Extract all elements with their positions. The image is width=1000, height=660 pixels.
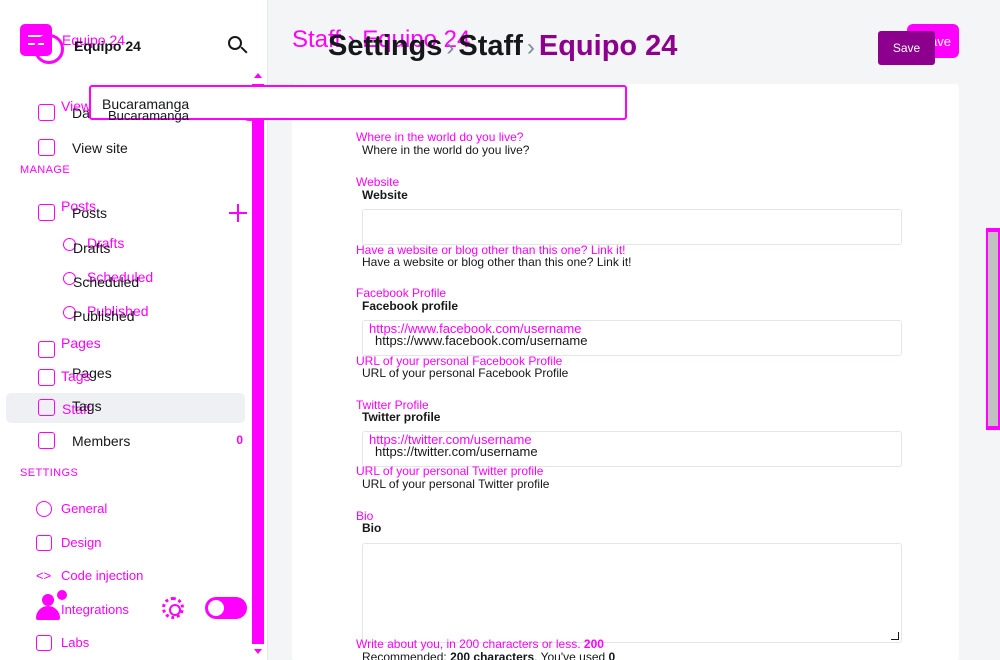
sidebar-item-published[interactable]: Published Published [20,300,245,330]
members-icon [38,432,55,449]
sidebar-item-drafts[interactable]: Drafts Drafts [20,232,245,262]
twitter-input[interactable]: https://twitter.com/username https://twi… [362,431,902,467]
settings-icon [36,501,52,517]
twitter-label: Twitter profile [362,410,441,424]
bio-help-count: 200 characters [450,650,535,660]
scroll-up-icon[interactable] [254,73,262,78]
facebook-label-ghost: Facebook Profile [356,286,447,300]
sidebar-item-general[interactable]: General [20,495,245,523]
twitter-field: Twitter Profile Twitter profile https://… [356,398,903,493]
sidebar-item-posts[interactable]: Posts Posts [20,198,245,228]
sidebar-item-tags[interactable]: Tags [20,363,245,393]
website-input[interactable] [362,209,902,245]
sidebar-item-staff[interactable]: Staff Tags [6,393,245,423]
bio-help-used: 0 [608,650,616,660]
location-help-group: Where in the world do you live? Where in… [356,130,903,160]
sidebar-item-code-injection[interactable]: <> Code injection [20,562,245,590]
twitter-value: https://twitter.com/username [375,444,538,459]
settings-heading: SETTINGS [20,467,79,479]
scrollbar-thumb[interactable] [252,84,264,644]
staff-icon [38,399,55,416]
manage-heading: MANAGE [20,164,71,176]
sidebar-item-label: Design [61,535,102,550]
facebook-label: Facebook profile [362,299,459,313]
home-icon [38,104,55,121]
add-post-icon[interactable] [229,204,247,222]
breadcrumb: Settings › Staff › Equipo 24 [328,30,677,63]
location-value-ghost: Bucaramanga [108,108,189,123]
website-field: Website Website Have a website or blog o… [356,175,903,270]
facebook-input[interactable]: https://www.facebook.com/username https:… [362,320,902,356]
search-icon[interactable] [226,34,248,58]
brush-icon [36,535,52,551]
sidebar-item-label: Scheduled [73,274,140,290]
save-button[interactable]: Save [878,31,935,65]
sidebar-item-design[interactable]: Design [20,529,245,557]
bio-field-labels: Bio Bio [356,509,903,539]
sidebar-item-label: Published [73,308,135,324]
sidebar-item-ghost: Pages [61,335,101,351]
bio-help-ghost: Write about you, in 200 characters or le… [356,637,604,651]
facebook-field: Facebook Profile Facebook profile https:… [356,286,903,381]
ghost-logo-icon [34,34,64,64]
sidebar-item-pages[interactable]: Pages Pages [20,335,245,381]
website-label: Website [362,188,408,202]
sidebar-item-label: Drafts [73,240,111,256]
website-label-ghost: Website [356,175,400,189]
scroll-down-icon[interactable] [254,649,262,654]
sidebar-item-label: General [61,501,108,516]
sidebar-item-label: View site [72,140,128,156]
bio-help-mid: . You've used [534,650,606,660]
bio-help-group: Write about you, in 200 characters or le… [356,637,903,660]
breadcrumb-separator: › [526,34,535,61]
members-count-badge: 0 [236,433,243,447]
sidebar-item-scheduled[interactable]: Scheduled Scheduled [20,266,245,296]
location-help-ghost: Where in the world do you live? [356,130,524,144]
bio-help: Recommended: 200 characters. You've used… [362,650,615,660]
facebook-value: https://www.facebook.com/username [375,333,588,348]
bio-help-ghost-text: Write about you, in 200 characters or le… [356,637,581,651]
bio-textarea[interactable] [362,543,902,643]
bio-help-ghost-count: 200 [583,637,604,651]
location-input[interactable]: Bucaramanga Bucaramanga [89,85,627,123]
dark-mode-toggle[interactable] [205,597,247,619]
bio-help-prefix: Recommended: [362,650,447,660]
twitter-help-ghost: URL of your personal Twitter profile [356,464,544,478]
location-help: Where in the world do you live? [362,143,530,157]
flask-icon [36,635,52,651]
main-scrollbar[interactable] [986,228,1000,430]
pages-icon [38,341,55,358]
posts-icon [38,204,55,221]
code-icon: <> [36,568,52,583]
user-avatar-icon[interactable] [36,590,67,622]
gear-icon[interactable] [162,597,184,619]
layout-icon [38,139,55,156]
sidebar-item-ghost: Tags [61,368,91,384]
twitter-help: URL of your personal Twitter profile [362,477,550,491]
sidebar-item-labs[interactable]: Labs [20,629,245,657]
sidebar-scrollbar[interactable] [251,70,265,660]
sidebar-footer [20,590,250,624]
facebook-help: URL of your personal Facebook Profile [362,366,569,380]
breadcrumb-staff[interactable]: Staff [458,30,522,62]
sidebar-item-label: Code injection [61,568,144,583]
sidebar-item-view-site[interactable]: View site [20,133,245,163]
breadcrumb-separator: › [446,34,455,61]
tag-icon [38,369,55,386]
sidebar-item-label: Labs [61,635,90,650]
sidebar-item-label: Posts [72,205,108,221]
breadcrumb-settings[interactable]: Settings [328,30,442,62]
breadcrumb-current: Equipo 24 [538,30,678,62]
sidebar-item-members[interactable]: Members 0 [20,426,245,456]
bio-label: Bio [362,521,382,535]
sidebar-item-label: Tags [72,398,102,414]
brand[interactable]: Equipo 24 Equipo 24 [20,24,250,64]
site-name: Equipo 24 [74,38,141,54]
sidebar-item-label: Members [72,433,131,449]
website-help: Have a website or blog other than this o… [362,255,632,269]
